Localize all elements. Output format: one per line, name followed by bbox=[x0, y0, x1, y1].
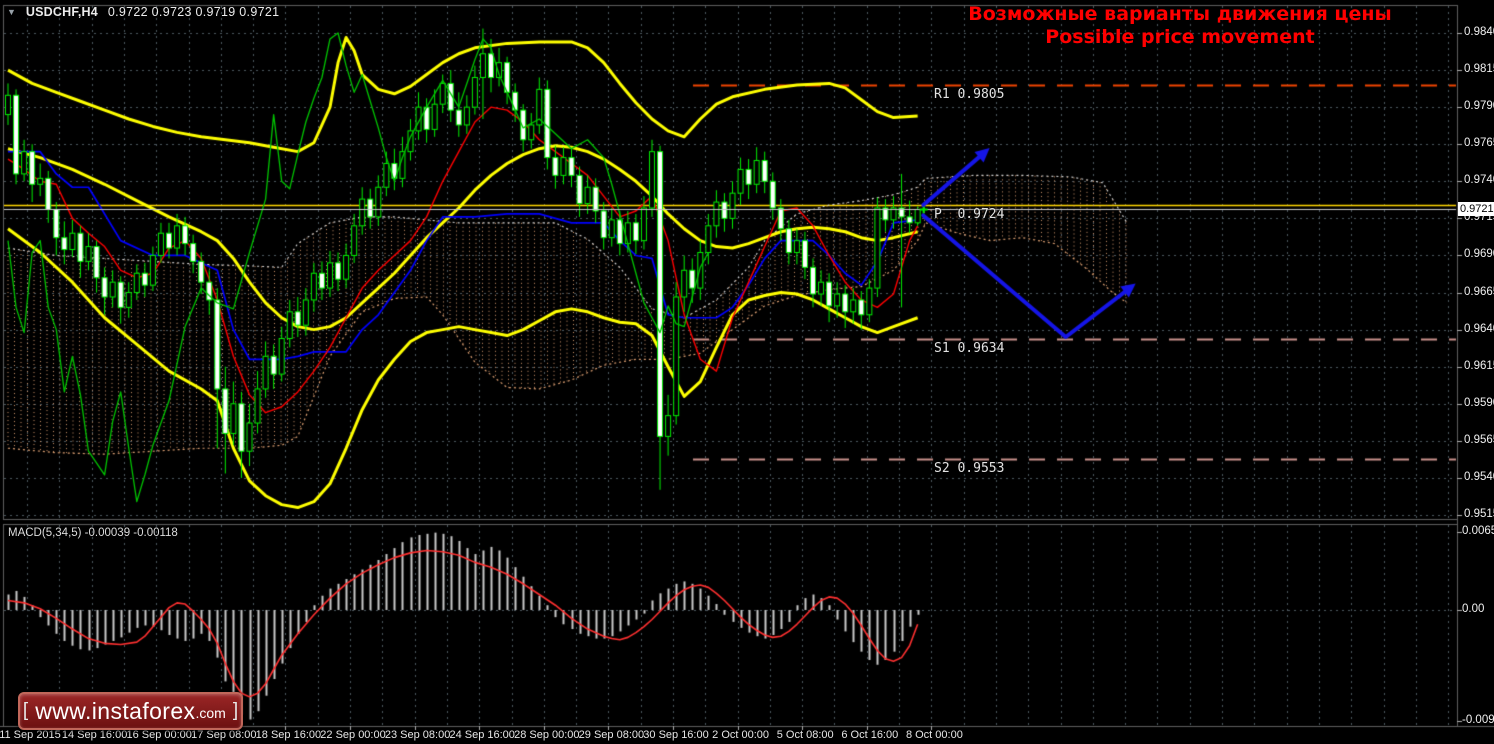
mt4-chart-window: ▼ USDCHF,H4 0.9722 0.9723 0.9719 0.9721 … bbox=[0, 0, 1494, 744]
time-axis-label: 28 Sep 00:00 bbox=[514, 729, 580, 741]
price-axis-label: 0.9640 bbox=[1464, 322, 1494, 335]
time-axis-label: 30 Sep 16:00 bbox=[643, 729, 709, 741]
time-axis-label: 2 Oct 00:00 bbox=[712, 729, 770, 741]
price-axis-label: 0.9765 bbox=[1464, 137, 1494, 150]
time-axis-label: 5 Oct 08:00 bbox=[776, 729, 834, 741]
forecast-annotation: Возможные варианты движения цены Possibl… bbox=[880, 3, 1480, 49]
chart-canvas[interactable] bbox=[0, 0, 1494, 744]
logo-bracket-right: ] bbox=[232, 700, 239, 721]
annotation-line-en: Possible price movement bbox=[1045, 26, 1315, 48]
macd-indicator-label: MACD(5,34,5) -0.00039 -0.00118 bbox=[8, 527, 178, 539]
symbol-dropdown-icon[interactable]: ▼ bbox=[7, 7, 16, 17]
logo-suffix: .com bbox=[195, 705, 226, 721]
ohlc-quotes-label: 0.9722 0.9723 0.9719 0.9721 bbox=[107, 5, 280, 19]
time-axis-label: 14 Sep 16:00 bbox=[61, 729, 128, 741]
macd-axis-label: -0.00931 bbox=[1462, 713, 1494, 726]
chart-titlebar: ▼ USDCHF,H4 0.9722 0.9723 0.9719 0.9721 bbox=[7, 5, 279, 19]
time-axis-label: 29 Sep 08:00 bbox=[578, 729, 645, 741]
symbol-period-label: USDCHF,H4 bbox=[25, 5, 98, 19]
price-axis-label: 0.9540 bbox=[1464, 470, 1494, 483]
time-axis-label: 11 Sep 2015 bbox=[0, 729, 61, 741]
time-axis-label: 22 Sep 00:00 bbox=[320, 729, 386, 741]
pivot-label-r1: R1 0.9805 bbox=[934, 86, 1005, 102]
current-price-badge: 0.9721 bbox=[1458, 202, 1494, 217]
annotation-line-ru: Возможные варианты движения цены bbox=[968, 3, 1392, 25]
price-axis-label: 0.9790 bbox=[1464, 100, 1494, 113]
time-axis-label: 24 Sep 16:00 bbox=[449, 729, 515, 741]
logo-bracket-left: [ bbox=[22, 700, 29, 721]
logo-text: www.instaforex bbox=[35, 697, 196, 724]
time-axis-label: 6 Oct 16:00 bbox=[841, 729, 899, 741]
time-axis-label: 17 Sep 08:00 bbox=[191, 729, 257, 741]
macd-axis-label: 0.00 bbox=[1462, 603, 1485, 615]
instaforex-watermark: [ www.instaforex .com ] bbox=[18, 692, 243, 730]
time-axis-label: 8 Oct 00:00 bbox=[905, 729, 963, 741]
price-axis-label: 0.9690 bbox=[1464, 248, 1494, 261]
pivot-label-p: P 0.9724 bbox=[934, 207, 1005, 223]
price-axis-label: 0.9565 bbox=[1464, 433, 1494, 446]
price-axis-label: 0.9840 bbox=[1464, 26, 1494, 38]
macd-axis-label: 0.00656 bbox=[1462, 524, 1494, 537]
price-axis-label: 0.9815 bbox=[1464, 63, 1494, 76]
pivot-label-s2: S2 0.9553 bbox=[934, 460, 1005, 476]
pivot-label-s1: S1 0.9634 bbox=[934, 340, 1005, 356]
time-axis-label: 23 Sep 08:00 bbox=[384, 729, 451, 741]
price-axis-label: 0.9615 bbox=[1464, 359, 1494, 372]
price-axis-label: 0.9665 bbox=[1464, 285, 1494, 298]
price-axis-label: 0.9515 bbox=[1464, 508, 1494, 520]
price-axis-label: 0.9740 bbox=[1464, 174, 1494, 187]
time-axis-label: 18 Sep 16:00 bbox=[255, 729, 322, 741]
price-axis-label: 0.9590 bbox=[1464, 396, 1494, 409]
time-axis-label: 16 Sep 00:00 bbox=[126, 729, 192, 741]
